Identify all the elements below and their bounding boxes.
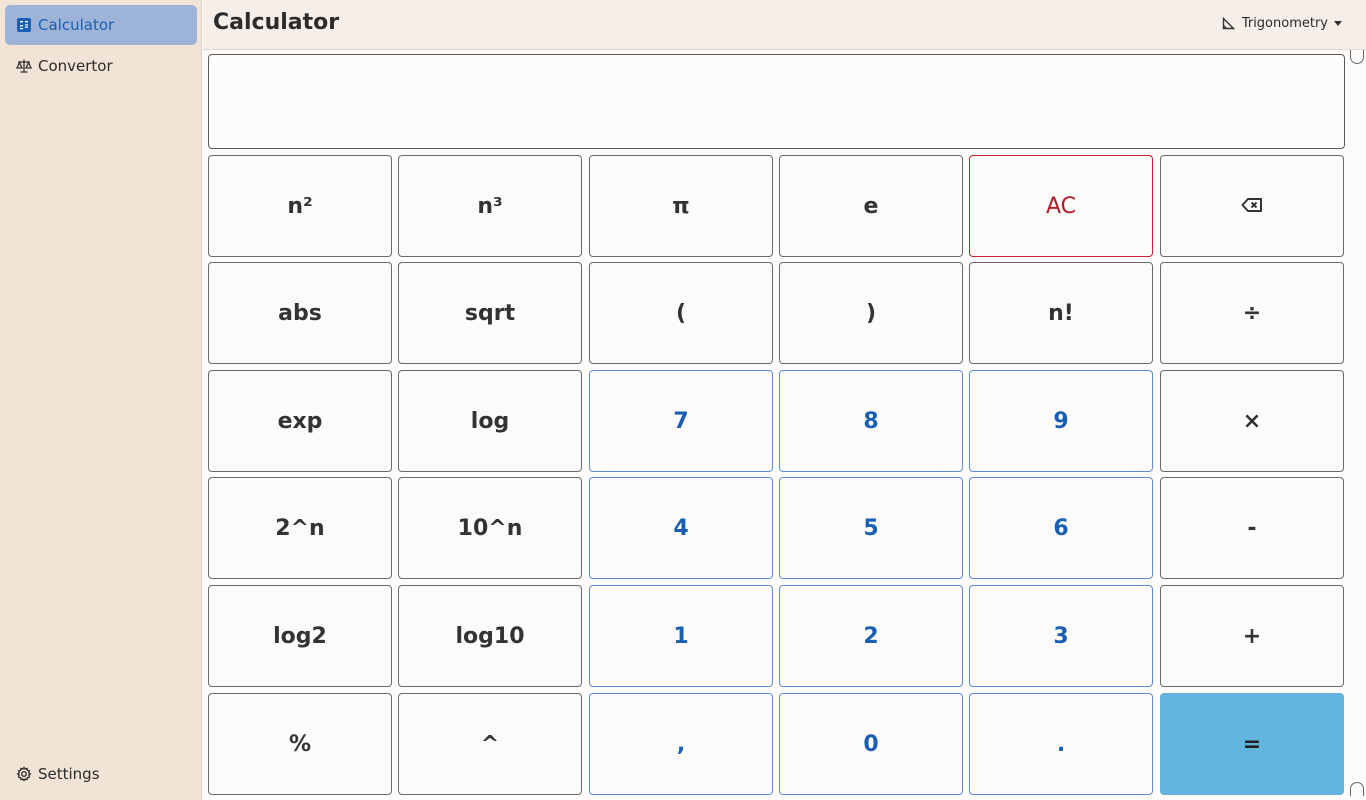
calculator-icon <box>16 17 32 33</box>
scale-icon <box>16 58 32 74</box>
gear-icon <box>16 766 32 782</box>
digit-9-button[interactable]: 9 <box>969 370 1153 472</box>
scrollbar[interactable] <box>1350 50 1366 800</box>
power-of-two-button[interactable]: 2^n <box>208 477 392 579</box>
sidebar-item-label: Convertor <box>38 57 113 75</box>
multiply-button[interactable]: × <box>1160 370 1344 472</box>
power-button[interactable]: ^ <box>398 693 582 795</box>
digit-8-button[interactable]: 8 <box>779 370 963 472</box>
mode-label: Trigonometry <box>1241 16 1328 31</box>
open-paren-button[interactable]: ( <box>589 262 773 364</box>
header: Calculator Trigonometry <box>203 0 1366 50</box>
sidebar: Calculator Convertor Settings <box>0 0 202 800</box>
scroll-up-cap[interactable] <box>1350 50 1364 64</box>
digit-0-button[interactable]: 0 <box>779 693 963 795</box>
calculator-display[interactable] <box>208 54 1345 149</box>
digit-5-button[interactable]: 5 <box>779 477 963 579</box>
power-of-ten-button[interactable]: 10^n <box>398 477 582 579</box>
sidebar-item-label: Calculator <box>38 16 115 34</box>
abs-button[interactable]: abs <box>208 262 392 364</box>
scroll-down-cap[interactable] <box>1350 782 1364 796</box>
digit-4-button[interactable]: 4 <box>589 477 773 579</box>
sidebar-item-calculator[interactable]: Calculator <box>5 5 197 45</box>
close-paren-button[interactable]: ) <box>779 262 963 364</box>
page-title: Calculator <box>213 10 340 35</box>
settings-label: Settings <box>38 765 100 783</box>
log10-button[interactable]: log10 <box>398 585 582 687</box>
log-button[interactable]: log <box>398 370 582 472</box>
decimal-point-button[interactable]: . <box>969 693 1153 795</box>
exp-button[interactable]: exp <box>208 370 392 472</box>
backspace-button[interactable] <box>1160 155 1344 257</box>
percent-button[interactable]: % <box>208 693 392 795</box>
comma-button[interactable]: , <box>589 693 773 795</box>
mode-dropdown[interactable]: Trigonometry <box>1222 16 1342 31</box>
sidebar-item-settings[interactable]: Settings <box>5 754 197 794</box>
factorial-button[interactable]: n! <box>969 262 1153 364</box>
digit-7-button[interactable]: 7 <box>589 370 773 472</box>
equals-button[interactable]: = <box>1160 693 1344 795</box>
chevron-down-icon <box>1334 21 1342 26</box>
sqrt-button[interactable]: sqrt <box>398 262 582 364</box>
triangle-ruler-icon <box>1222 16 1236 31</box>
digit-1-button[interactable]: 1 <box>589 585 773 687</box>
all-clear-button[interactable]: AC <box>969 155 1153 257</box>
pi-button[interactable]: π <box>589 155 773 257</box>
backspace-icon <box>1241 194 1263 219</box>
euler-button[interactable]: e <box>779 155 963 257</box>
digit-3-button[interactable]: 3 <box>969 585 1153 687</box>
add-button[interactable]: + <box>1160 585 1344 687</box>
subtract-button[interactable]: - <box>1160 477 1344 579</box>
square-button[interactable]: n² <box>208 155 392 257</box>
divide-button[interactable]: ÷ <box>1160 262 1344 364</box>
digit-6-button[interactable]: 6 <box>969 477 1153 579</box>
log2-button[interactable]: log2 <box>208 585 392 687</box>
sidebar-item-convertor[interactable]: Convertor <box>5 46 197 86</box>
digit-2-button[interactable]: 2 <box>779 585 963 687</box>
cube-button[interactable]: n³ <box>398 155 582 257</box>
